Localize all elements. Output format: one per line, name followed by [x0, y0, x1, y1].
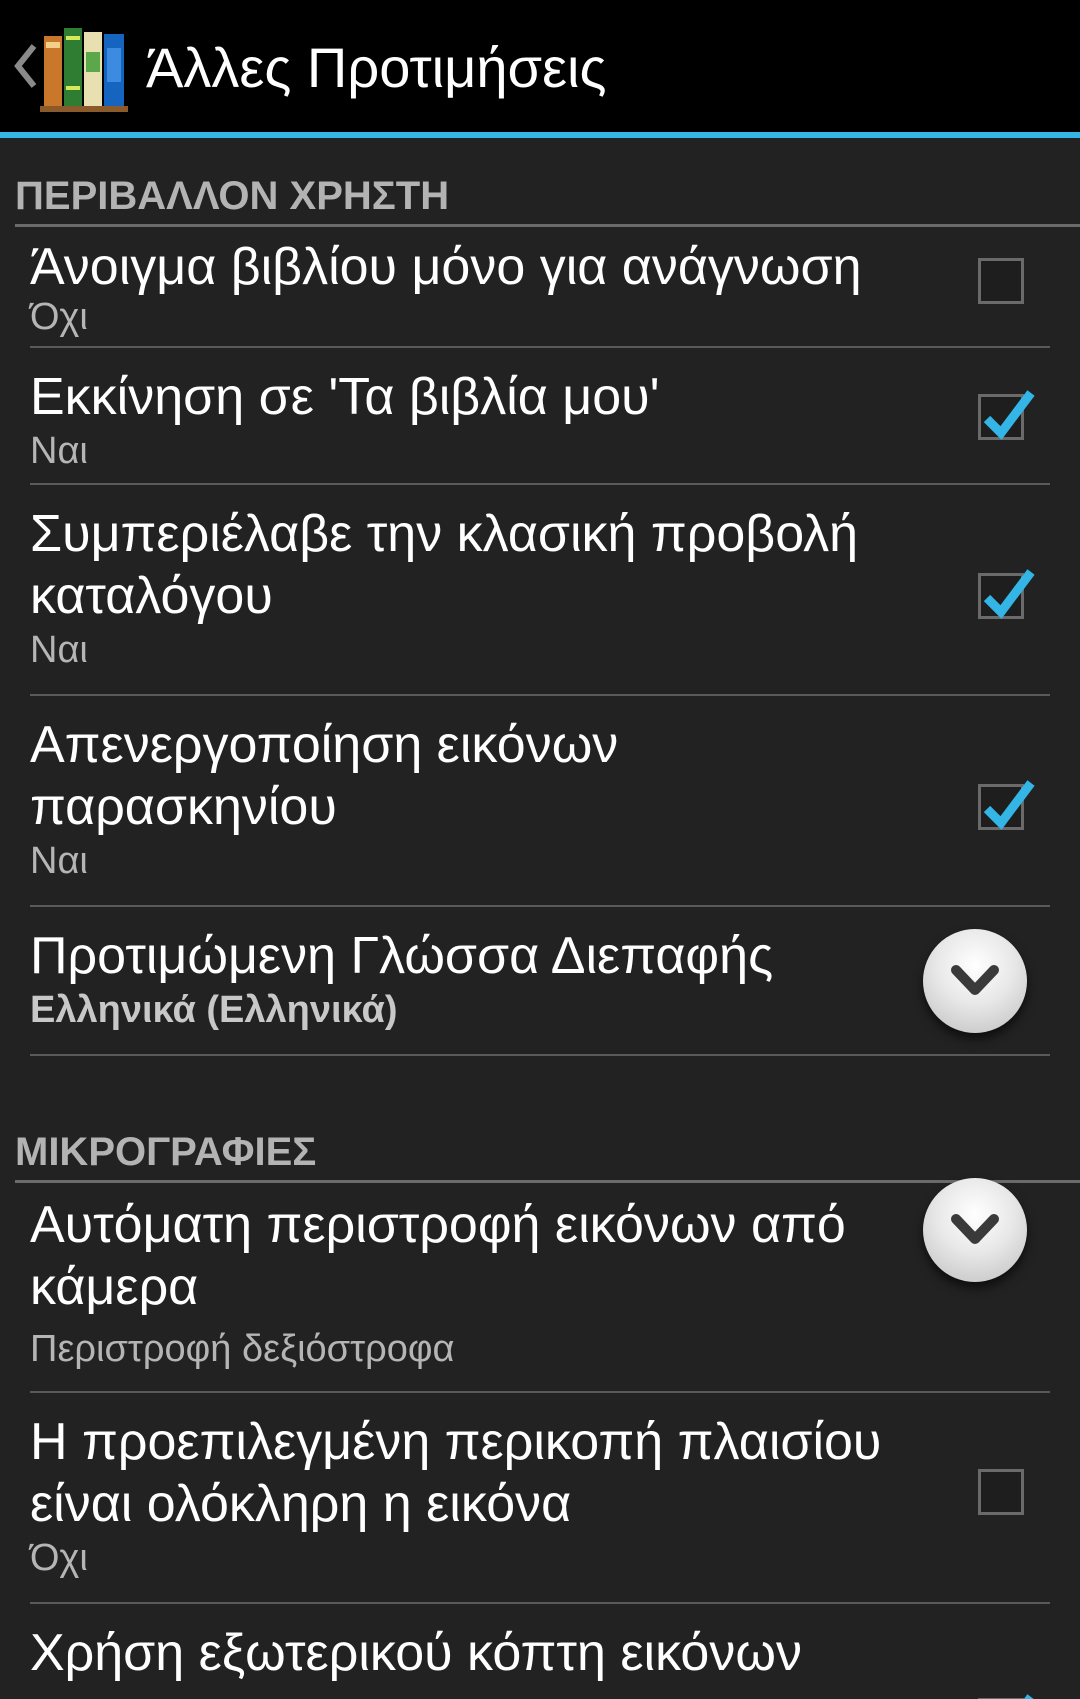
checkmark-icon [1023, 1694, 1034, 1699]
pref-summary: Ναι [30, 629, 88, 671]
pref-start-in-my-books[interactable]: Εκκίνηση σε 'Τα βιβλία μου' Ναι [30, 348, 1050, 485]
pref-title: Συμπεριέλαβε την κλασική προβολή καταλόγ… [30, 505, 859, 625]
preferences-list[interactable]: ΠΕΡΙΒΑΛΛΟΝ ΧΡΗΣΤΗ Άνοιγμα βιβλίου μόνο γ… [0, 138, 1080, 1699]
section-header-thumbnails: ΜΙΚΡΟΓΡΑΦΙΕΣ [15, 1128, 1080, 1183]
pref-summary: Όχι [30, 296, 88, 338]
pref-summary: Ναι [30, 430, 88, 472]
pref-disable-background-images[interactable]: Απενεργοποίηση εικόνων παρασκηνίου Ναι [30, 696, 1050, 907]
dropdown-button[interactable] [923, 929, 1027, 1033]
pref-title: Απενεργοποίηση εικόνων παρασκηνίου [30, 716, 619, 836]
checkbox-checked[interactable] [978, 390, 1035, 440]
pref-summary: Περιστροφή δεξιόστροφα [30, 1328, 455, 1370]
chevron-down-icon [951, 965, 999, 995]
checkmark-icon [983, 780, 1035, 830]
pref-open-read-only[interactable]: Άνοιγμα βιβλίου μόνο για ανάγνωση Όχι [30, 228, 1050, 348]
checkmark-icon [983, 390, 1035, 440]
pref-summary: Όχι [30, 1537, 88, 1579]
section-header-user-environment: ΠΕΡΙΒΑΛΛΟΝ ΧΡΗΣΤΗ [15, 172, 1080, 227]
pref-title: Άνοιγμα βιβλίου μόνο για ανάγνωση [30, 238, 862, 296]
dropdown-button[interactable] [923, 1178, 1027, 1282]
checkmark-icon [983, 569, 1035, 619]
pref-title: Η προεπιλεγμένη περικοπή πλαισίου είναι … [30, 1413, 882, 1533]
pref-interface-language[interactable]: Προτιμώμενη Γλώσσα Διεπαφής Ελληνικά (Ελ… [30, 907, 1050, 1056]
pref-summary: Ελληνικά (Ελληνικά) [30, 989, 398, 1031]
checkbox-unchecked[interactable] [978, 1469, 1024, 1515]
page-title: Άλλες Προτιμήσεις [146, 36, 607, 99]
pref-title: Χρήση εξωτερικού κόπτη εικόνων [30, 1624, 802, 1682]
pref-external-image-cropper[interactable]: Χρήση εξωτερικού κόπτη εικόνων [30, 1604, 1050, 1699]
checkbox-unchecked[interactable] [978, 258, 1024, 304]
pref-classic-catalog-view[interactable]: Συμπεριέλαβε την κλασική προβολή καταλόγ… [30, 485, 1050, 696]
chevron-down-icon [951, 1214, 999, 1244]
checkbox-checked[interactable] [978, 780, 1035, 830]
checkbox-checked[interactable] [978, 569, 1035, 619]
pref-summary: Ναι [30, 840, 88, 882]
chevron-left-icon[interactable] [8, 38, 42, 94]
pref-default-crop-whole-image[interactable]: Η προεπιλεγμένη περικοπή πλαισίου είναι … [30, 1393, 1050, 1604]
pref-title: Προτιμώμενη Γλώσσα Διεπαφής [30, 927, 774, 985]
action-bar: Άλλες Προτιμήσεις [0, 0, 1080, 132]
pref-auto-rotate-camera-images[interactable]: Αυτόματη περιστροφή εικόνων από κάμερα Π… [30, 1178, 1050, 1393]
books-icon[interactable] [40, 22, 128, 112]
pref-title: Αυτόματη περιστροφή εικόνων από κάμερα [30, 1196, 846, 1316]
pref-title: Εκκίνηση σε 'Τα βιβλία μου' [30, 368, 660, 426]
